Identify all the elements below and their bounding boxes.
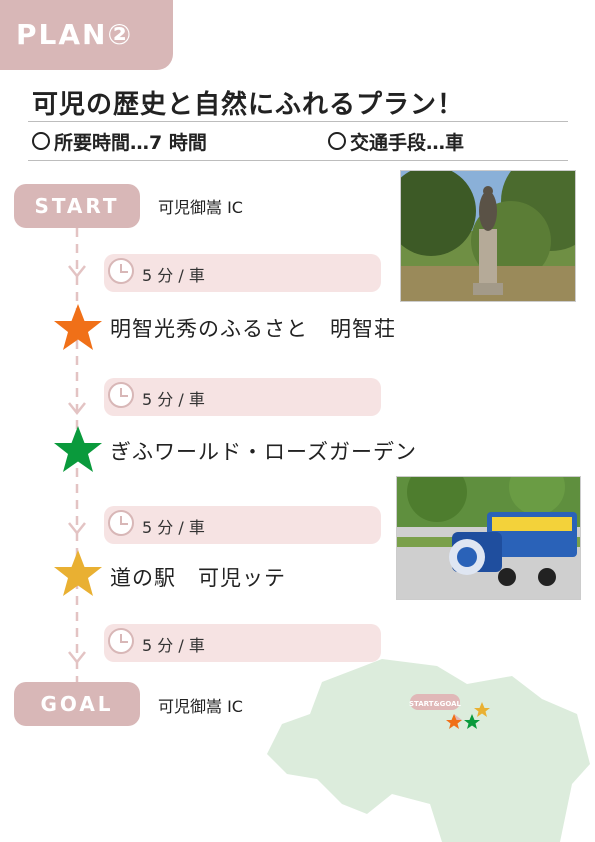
- stop-name: 明智光秀のふるさと 明智荘: [110, 317, 396, 341]
- circle-marker-icon: [32, 132, 50, 150]
- start-location: 可児御嵩 IC: [158, 198, 243, 217]
- clock-icon: [108, 628, 134, 654]
- transport-info: 交通手段…車: [328, 128, 464, 155]
- travel-time: 5 分 / 車: [142, 636, 205, 655]
- travel-time: 5 分 / 車: [142, 518, 205, 537]
- orange-star-icon: [54, 304, 102, 350]
- stop-name: ぎふワールド・ローズガーデン: [110, 440, 417, 464]
- clock-icon: [108, 258, 134, 284]
- clock-icon: [108, 510, 134, 536]
- travel-segment: 5 分 / 車: [104, 254, 381, 292]
- duration-info: 所要時間…7 時間: [32, 128, 207, 155]
- clock-icon: [108, 382, 134, 408]
- duration-text: 所要時間…7 時間: [54, 132, 207, 154]
- goal-location: 可児御嵩 IC: [158, 697, 243, 716]
- train-photo: [396, 476, 581, 600]
- stop-name: 道の駅 可児ッテ: [110, 566, 286, 590]
- page-title: 可児の歴史と自然にふれるプラン！: [32, 90, 465, 120]
- divider-bottom: [28, 160, 568, 161]
- plan-badge: PLAN②: [0, 0, 173, 70]
- divider-top: [28, 121, 568, 122]
- circle-marker-icon: [328, 132, 346, 150]
- transport-text: 交通手段…車: [350, 132, 465, 154]
- route-arrow-icon: [68, 651, 86, 665]
- statue-photo: [400, 170, 576, 302]
- map-route-label: START&GOAL: [409, 700, 462, 708]
- travel-segment: 5 分 / 車: [104, 506, 381, 544]
- yellow-star-icon: [54, 550, 102, 596]
- travel-time: 5 分 / 車: [142, 266, 205, 285]
- area-map: START&GOAL: [267, 659, 590, 842]
- travel-time: 5 分 / 車: [142, 390, 205, 409]
- travel-segment: 5 分 / 車: [104, 378, 381, 416]
- green-star-icon: [54, 426, 102, 472]
- start-badge: START: [14, 184, 140, 228]
- goal-badge: GOAL: [14, 682, 140, 726]
